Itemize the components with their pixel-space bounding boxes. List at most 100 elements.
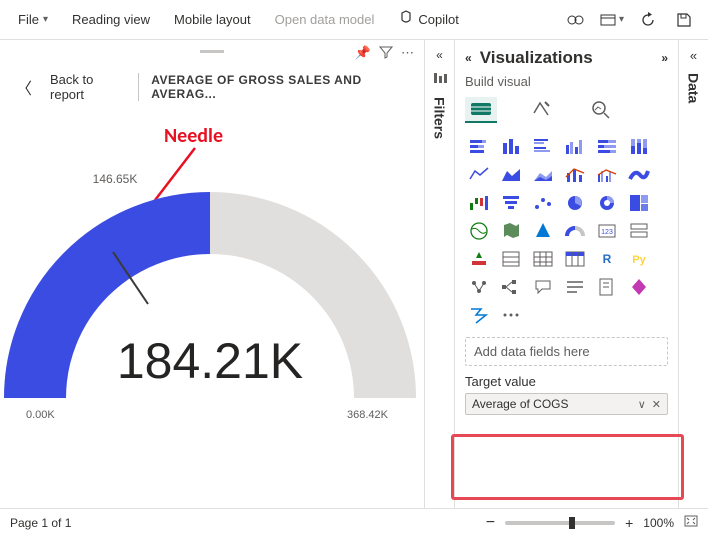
svg-text:R: R xyxy=(603,252,612,266)
r-visual-icon[interactable]: R xyxy=(593,247,621,271)
donut-icon[interactable] xyxy=(593,191,621,215)
matrix-icon[interactable] xyxy=(561,247,589,271)
copilot-label: Copilot xyxy=(418,12,458,27)
expand-viz-icon[interactable]: » xyxy=(661,51,668,65)
paginated-report-icon[interactable] xyxy=(593,275,621,299)
page-indicator[interactable]: Page 1 of 1 xyxy=(10,516,71,530)
gauge-value: 184.21K xyxy=(117,333,303,389)
filters-pane-collapsed[interactable]: « Filters xyxy=(424,40,454,508)
treemap-icon[interactable] xyxy=(625,191,653,215)
hundred-stacked-column-icon[interactable] xyxy=(625,135,653,159)
gauge-max-label: 368.42K xyxy=(347,409,389,421)
stacked-area-icon[interactable] xyxy=(529,163,557,187)
back-to-report-link[interactable]: Back to report xyxy=(50,72,126,102)
filter-icon[interactable] xyxy=(379,45,393,62)
power-apps-icon[interactable] xyxy=(625,275,653,299)
chevron-down-icon[interactable]: ∨ xyxy=(638,398,646,411)
filled-map-icon[interactable] xyxy=(497,219,525,243)
build-visual-tab[interactable] xyxy=(465,97,497,123)
slicer-icon[interactable] xyxy=(497,247,525,271)
ribbon-chart-icon[interactable] xyxy=(625,163,653,187)
gauge-visual[interactable]: Needle 146.65K 184.21K 0.00K 368.42K xyxy=(0,108,424,508)
table-icon[interactable] xyxy=(529,247,557,271)
view-menu[interactable]: ▾ xyxy=(596,6,628,34)
find-button[interactable] xyxy=(560,6,592,34)
chart-title: AVERAGE OF GROSS SALES AND AVERAG... xyxy=(151,73,414,101)
clustered-column-icon[interactable] xyxy=(561,135,589,159)
refresh-button[interactable] xyxy=(632,6,664,34)
copilot-button[interactable]: Copilot xyxy=(388,6,468,33)
build-visual-label: Build visual xyxy=(465,74,668,89)
line-chart-icon[interactable] xyxy=(465,163,493,187)
save-button[interactable] xyxy=(668,6,700,34)
zoom-level[interactable]: 100% xyxy=(643,516,674,530)
gauge-icon[interactable] xyxy=(561,219,589,243)
expand-filters-icon[interactable]: « xyxy=(436,48,443,62)
grip-handle[interactable] xyxy=(200,50,224,53)
highlight-box xyxy=(451,434,684,500)
chevron-down-icon: ▾ xyxy=(619,14,624,25)
visualizations-pane: « Visualizations » Build visual xyxy=(454,40,678,508)
fit-to-page-button[interactable] xyxy=(684,515,698,530)
zoom-out-button[interactable]: − xyxy=(486,514,495,532)
waterfall-icon[interactable] xyxy=(465,191,493,215)
status-bar: Page 1 of 1 − + 100% xyxy=(0,508,708,536)
visual-type-grid: 123 R Py xyxy=(465,135,668,327)
more-icon[interactable]: ⋯ xyxy=(401,45,414,61)
funnel-icon[interactable] xyxy=(497,191,525,215)
stacked-column-icon[interactable] xyxy=(497,135,525,159)
python-visual-icon[interactable]: Py xyxy=(625,247,653,271)
card-icon[interactable]: 123 xyxy=(593,219,621,243)
remove-field-icon[interactable]: ✕ xyxy=(652,398,661,411)
pin-icon[interactable]: 📌 xyxy=(355,45,371,61)
area-chart-icon[interactable] xyxy=(497,163,525,187)
format-visual-tab[interactable] xyxy=(525,97,557,123)
kpi-icon[interactable] xyxy=(465,247,493,271)
more-visuals-icon[interactable] xyxy=(497,303,525,327)
multi-row-card-icon[interactable] xyxy=(625,219,653,243)
separator xyxy=(138,73,139,101)
expand-data-icon[interactable]: « xyxy=(690,48,697,63)
qa-visual-icon[interactable] xyxy=(529,275,557,299)
data-label: Data xyxy=(686,73,702,103)
visualizations-title: Visualizations xyxy=(480,48,593,68)
back-arrow-icon[interactable]: 〈 xyxy=(10,75,38,99)
copilot-icon xyxy=(398,10,414,29)
file-label: File xyxy=(18,12,39,27)
target-field-name: Average of COGS xyxy=(472,397,569,411)
clustered-bar-icon[interactable] xyxy=(529,135,557,159)
stacked-bar-icon[interactable] xyxy=(465,135,493,159)
report-canvas: 📌 ⋯ 〈 Back to report AVERAGE OF GROSS SA… xyxy=(0,40,424,508)
svg-text:123: 123 xyxy=(601,229,613,236)
line-stacked-column-icon[interactable] xyxy=(561,163,589,187)
collapse-viz-icon[interactable]: « xyxy=(465,51,472,65)
pie-icon[interactable] xyxy=(561,191,589,215)
target-tick-label: 146.65K xyxy=(93,172,138,186)
line-clustered-column-icon[interactable] xyxy=(593,163,621,187)
zoom-in-button[interactable]: + xyxy=(625,515,633,531)
mobile-layout-button[interactable]: Mobile layout xyxy=(164,8,261,31)
power-automate-icon[interactable] xyxy=(465,303,493,327)
scatter-icon[interactable] xyxy=(529,191,557,215)
target-value-label: Target value xyxy=(465,374,668,389)
filters-bar-icon xyxy=(433,72,447,87)
chevron-down-icon: ▾ xyxy=(43,14,48,25)
file-menu[interactable]: File ▾ xyxy=(8,8,58,31)
key-influencers-icon[interactable] xyxy=(465,275,493,299)
top-ribbon: File ▾ Reading view Mobile layout Open d… xyxy=(0,0,708,40)
azure-map-icon[interactable] xyxy=(529,219,557,243)
filters-label: Filters xyxy=(432,97,448,139)
decomposition-tree-icon[interactable] xyxy=(497,275,525,299)
data-pane-collapsed[interactable]: « Data xyxy=(678,40,708,508)
open-data-model-button: Open data model xyxy=(265,8,385,31)
reading-view-button[interactable]: Reading view xyxy=(62,8,160,31)
hundred-stacked-bar-icon[interactable] xyxy=(593,135,621,159)
target-value-field[interactable]: Average of COGS ∨ ✕ xyxy=(465,393,668,415)
zoom-slider[interactable] xyxy=(505,521,615,525)
smart-narrative-icon[interactable] xyxy=(561,275,589,299)
map-icon[interactable] xyxy=(465,219,493,243)
values-field-well[interactable]: Add data fields here xyxy=(465,337,668,366)
gauge-min-label: 0.00K xyxy=(26,409,55,421)
svg-text:Py: Py xyxy=(632,254,646,266)
analytics-tab[interactable] xyxy=(585,97,617,123)
